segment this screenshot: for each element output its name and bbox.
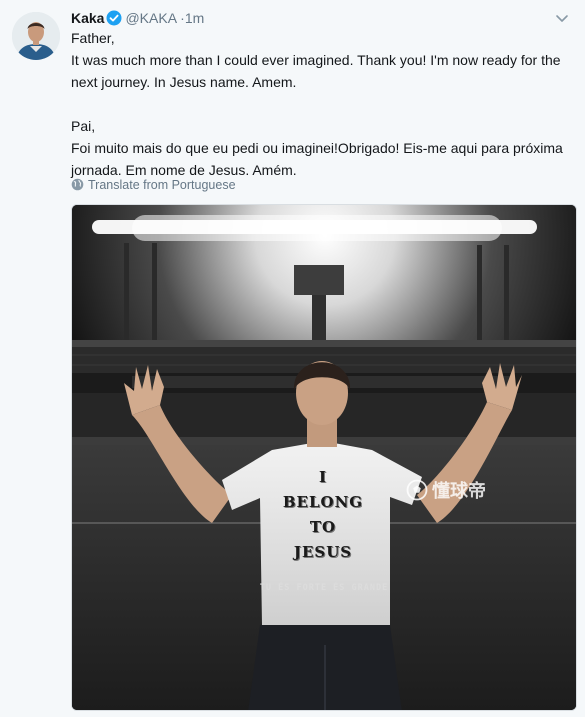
shirt-text-line: TO — [309, 518, 337, 536]
avatar[interactable] — [12, 12, 60, 60]
tweet-timestamp[interactable]: 1m — [185, 10, 204, 26]
shirt-text-line: I — [318, 468, 328, 486]
author-name[interactable]: Kaka — [71, 10, 104, 26]
tweet-header: Kaka @KAKA ·1m — [71, 9, 571, 29]
tweet-text-line: Pai, — [71, 118, 96, 134]
tweet-photo[interactable]: TU ÉS FORTE ÉS GRANDE — [71, 204, 577, 711]
shirt-text-line: BELONG — [282, 493, 364, 511]
translate-label: Translate from Portuguese — [88, 178, 236, 192]
chevron-down-icon[interactable] — [553, 9, 571, 27]
stadium-banner: TU ÉS FORTE ÉS GRANDE — [259, 583, 389, 593]
author-handle[interactable]: @KAKA — [125, 10, 176, 26]
shirt-text: I BELONG TO JESUS — [263, 465, 383, 565]
watermark-text: 懂球帝 — [432, 481, 486, 501]
globe-icon — [71, 178, 84, 191]
stadium-photo — [72, 205, 576, 710]
soccer-ball-icon — [406, 479, 428, 501]
watermark: 懂球帝 — [406, 477, 502, 503]
shirt-text-line: JESUS — [293, 543, 353, 561]
tweet-text-line: Foi muito mais do que eu pedi ou imagine… — [71, 140, 563, 156]
avatar-photo — [12, 12, 60, 60]
tweet: Kaka @KAKA ·1m Father, It was much more t… — [0, 0, 585, 717]
translate-link[interactable]: Translate from Portuguese — [71, 177, 236, 193]
tweet-text: Father, It was much more than I could ev… — [71, 27, 571, 181]
tweet-text-line: Father, — [71, 30, 115, 46]
tweet-text-line: next journey. In Jesus name. Amem. — [71, 74, 297, 90]
tweet-text-line: It was much more than I could ever imagi… — [71, 52, 561, 68]
